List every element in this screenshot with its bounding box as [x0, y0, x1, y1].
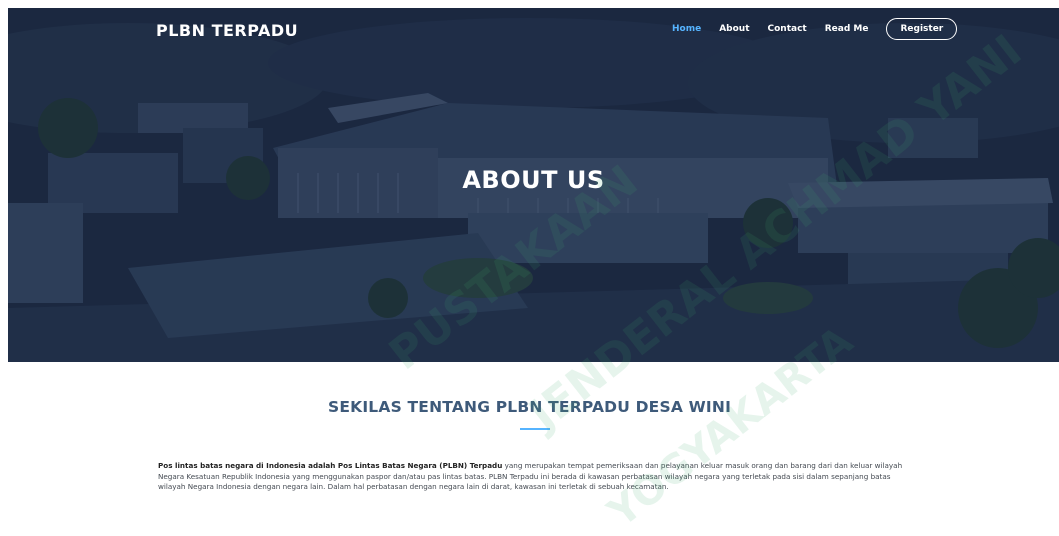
hero-banner: PLBN TERPADU Home About Contact Read Me … — [8, 8, 1059, 362]
hero-title: ABOUT US — [462, 166, 605, 194]
main-nav: Home About Contact Read Me Register — [672, 18, 958, 40]
nav-link-about[interactable]: About — [719, 24, 749, 34]
about-paragraph: Pos lintas batas negara di Indonesia ada… — [158, 461, 910, 493]
about-paragraph-bold: Pos lintas batas negara di Indonesia ada… — [158, 461, 503, 470]
section-divider — [520, 428, 550, 430]
nav-link-home[interactable]: Home — [672, 24, 701, 34]
nav-link-contact[interactable]: Contact — [768, 24, 807, 34]
nav-link-read-me[interactable]: Read Me — [825, 24, 869, 34]
site-logo[interactable]: PLBN TERPADU — [156, 21, 298, 40]
section-title: SEKILAS TENTANG PLBN TERPADU DESA WINI — [327, 398, 732, 416]
register-button[interactable]: Register — [886, 18, 958, 40]
